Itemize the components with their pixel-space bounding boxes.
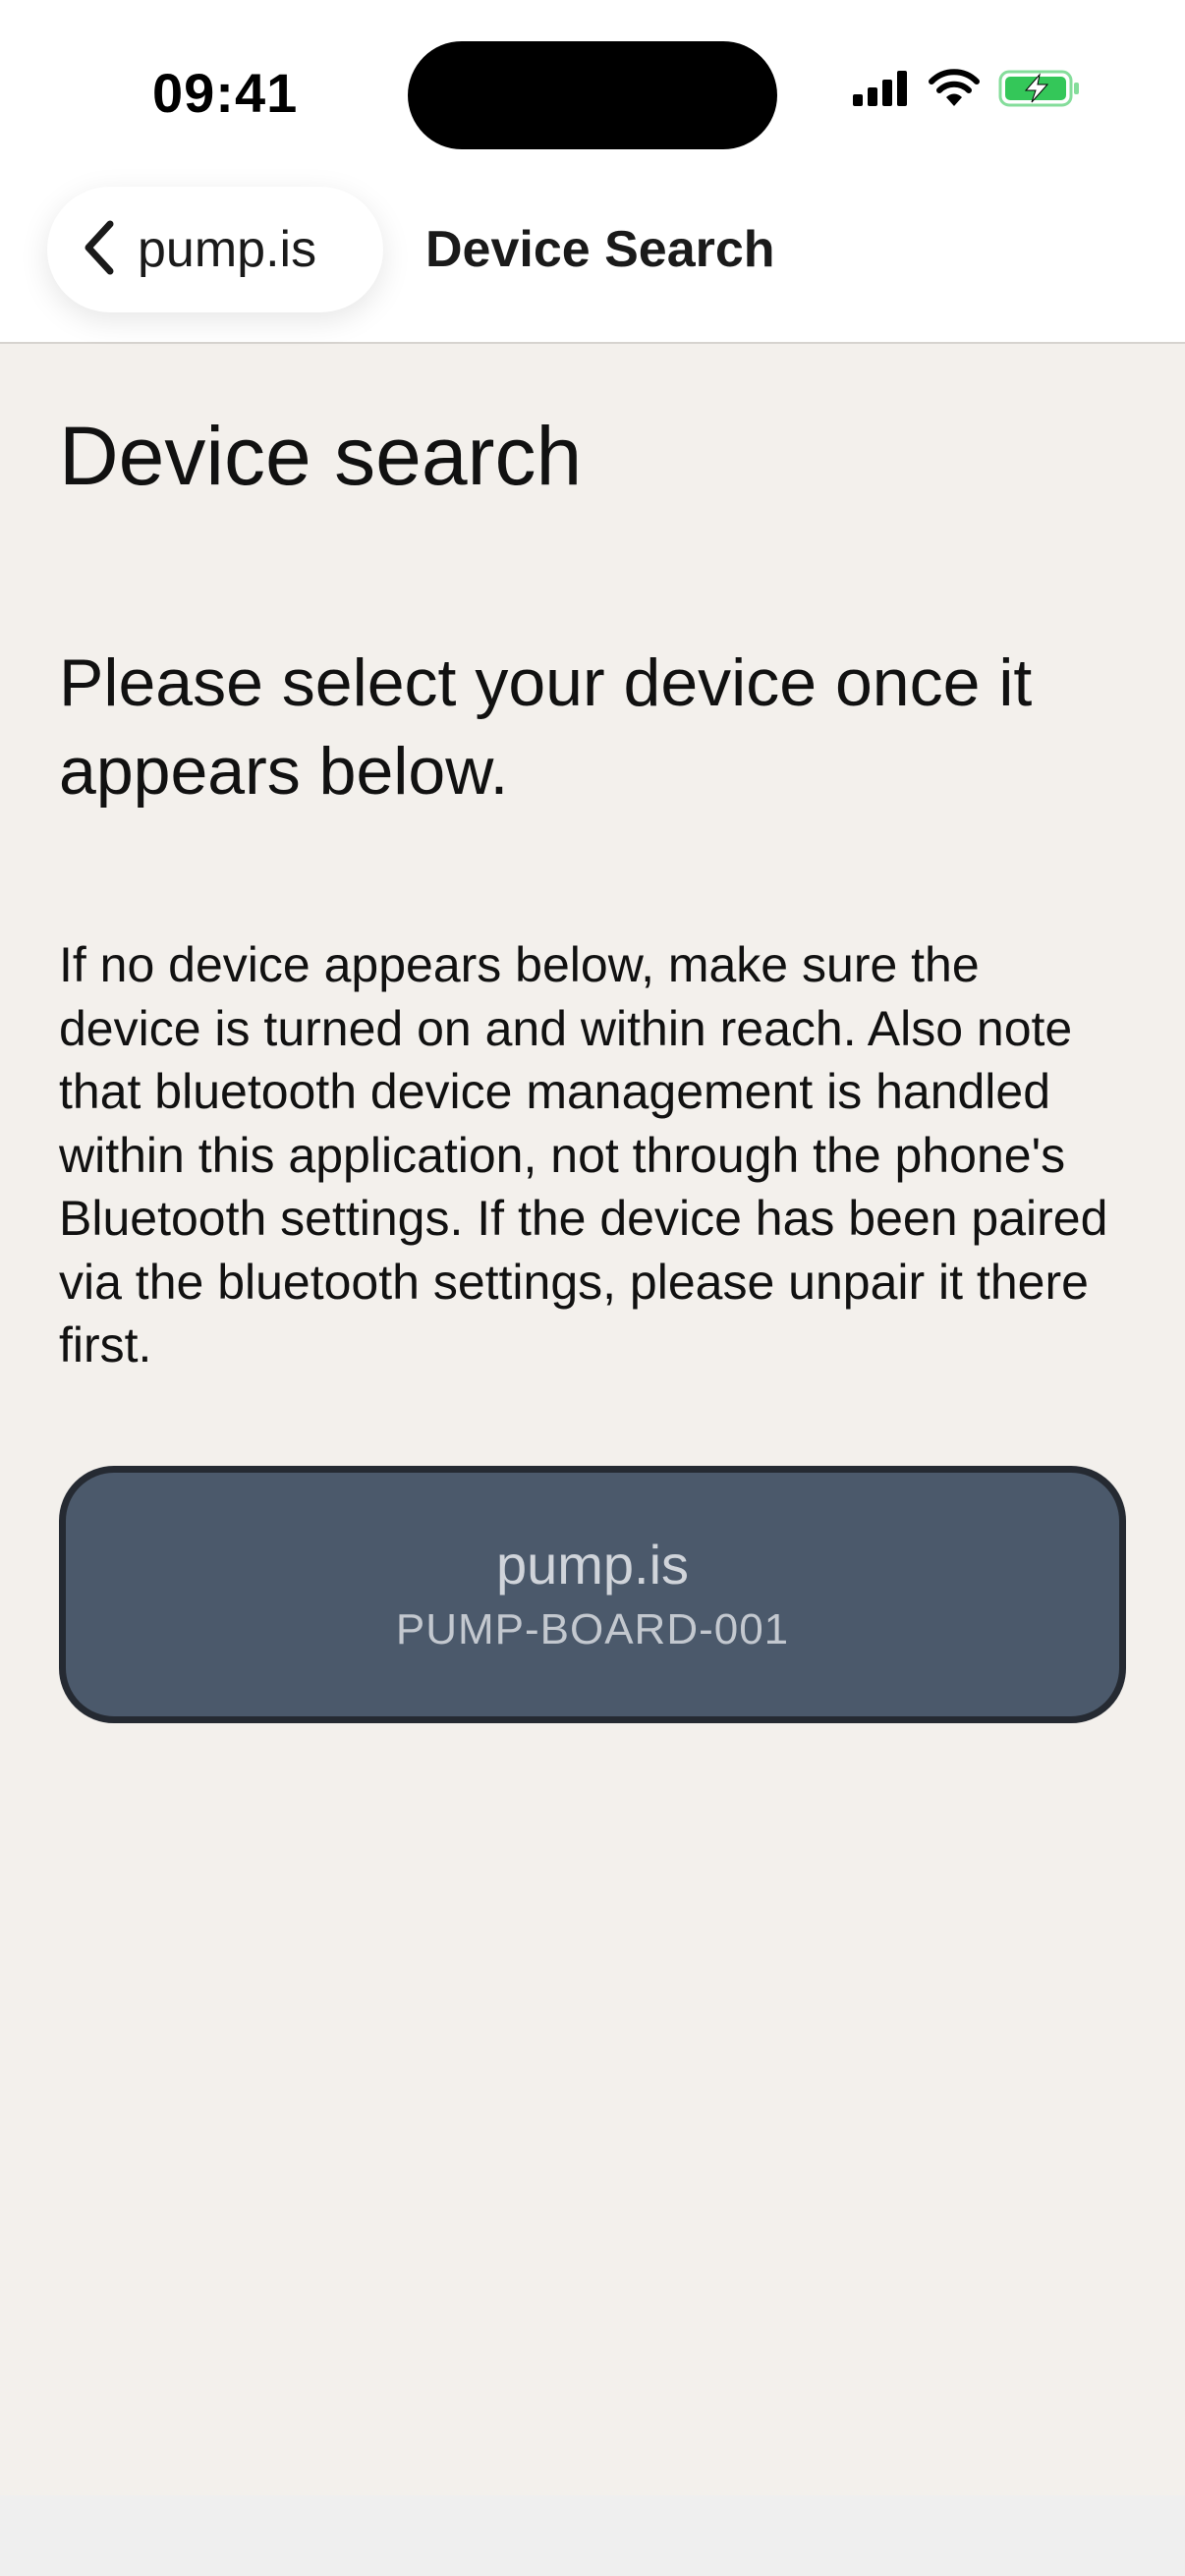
bottom-bar bbox=[0, 2495, 1185, 2576]
chevron-left-icon bbox=[83, 220, 116, 280]
device-name: pump.is bbox=[495, 1534, 690, 1596]
nav-title: Device Search bbox=[425, 221, 775, 278]
dynamic-island bbox=[408, 41, 777, 149]
instruction-heading: Please select your device once it appear… bbox=[59, 645, 1033, 810]
navigation-bar: pump.is Device Search bbox=[0, 187, 1185, 344]
device-list-item[interactable]: pump.is PUMP-BOARD-001 bbox=[59, 1465, 1126, 1723]
back-button-label: pump.is bbox=[138, 221, 317, 278]
page-title: Device search bbox=[59, 410, 583, 502]
status-bar: 09:41 bbox=[0, 0, 1185, 187]
back-button[interactable]: pump.is bbox=[47, 187, 383, 312]
status-icons bbox=[853, 69, 1081, 113]
device-id: PUMP-BOARD-001 bbox=[395, 1604, 790, 1653]
wifi-icon bbox=[928, 69, 981, 113]
info-text: If no device appears below, make sure th… bbox=[59, 937, 1108, 1373]
cellular-signal-icon bbox=[853, 71, 910, 111]
main-content: Device search Please select your device … bbox=[59, 342, 1126, 1723]
battery-charging-icon bbox=[998, 69, 1081, 113]
status-time: 09:41 bbox=[152, 62, 299, 124]
